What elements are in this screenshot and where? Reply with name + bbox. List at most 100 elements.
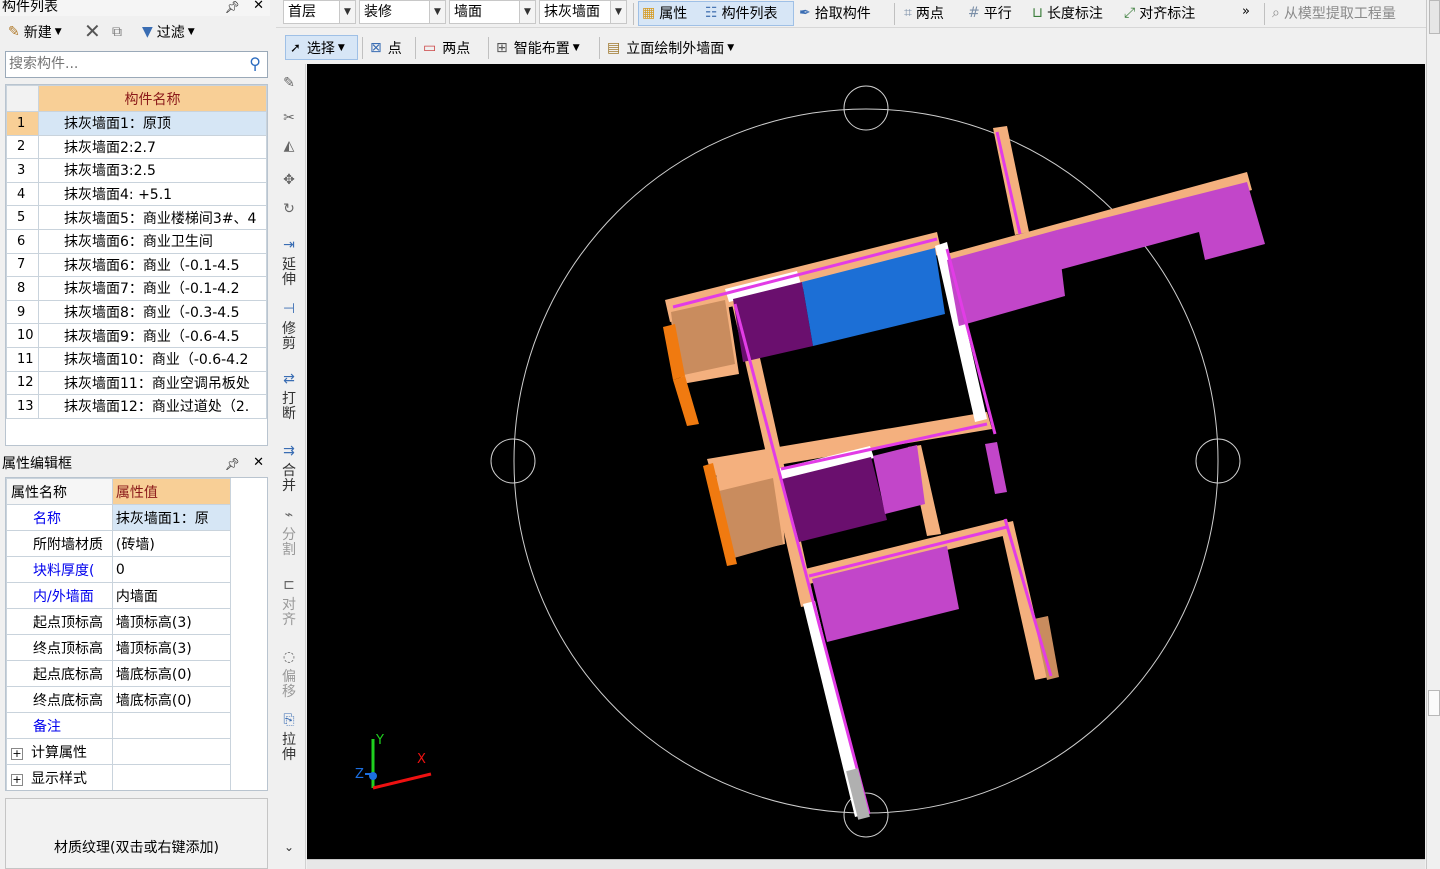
scissors-icon[interactable]: ✂ <box>279 111 299 131</box>
row-name[interactable]: 抹灰墙面6：商业（-0.1-4.5 <box>38 252 267 278</box>
new-icon: ✎ <box>8 24 20 40</box>
two-point-dim-button[interactable]: ⌗ 两点 <box>904 2 944 24</box>
category-select[interactable]: 装修 ▼ <box>359 0 446 24</box>
close-icon[interactable]: ✕ <box>253 456 264 470</box>
property-row[interactable]: 起点顶标高 墙顶标高(3) <box>6 608 267 635</box>
pin-icon[interactable]: 📌︎ <box>225 457 240 471</box>
chevron-down-icon: ▼ <box>339 1 355 23</box>
select-button[interactable]: ➚ 选择 ▼ <box>290 37 345 59</box>
table-row[interactable]: 13 抹灰墙面12：商业过道处（2. <box>6 394 267 419</box>
row-name[interactable]: 抹灰墙面11：商业空调吊板处 <box>38 370 267 396</box>
pick-component-button[interactable]: ✒ 拾取构件 <box>799 2 871 24</box>
overflow-chevron-icon[interactable]: » <box>1242 0 1250 22</box>
move-icon[interactable]: ✥ <box>279 173 299 193</box>
table-row[interactable]: 6 抹灰墙面6：商业卫生间 <box>6 228 267 254</box>
row-name[interactable]: 抹灰墙面6：商业卫生间 <box>38 228 267 254</box>
property-value[interactable]: 抹灰墙面1：原 <box>111 504 231 531</box>
property-value[interactable] <box>111 712 231 739</box>
mirror-icon[interactable]: ◭ <box>279 139 299 159</box>
brush-icon[interactable]: ✎ <box>279 76 299 96</box>
subtype-select[interactable]: 抹灰墙面 ▼ <box>539 0 627 24</box>
drawing-canvas[interactable]: Y X Z <box>307 64 1425 859</box>
chevron-down-icon[interactable]: ⌄ <box>279 840 299 855</box>
table-row[interactable]: 9 抹灰墙面8：商业（-0.3-4.5 <box>6 299 267 325</box>
row-name[interactable]: 抹灰墙面5：商业楼梯间3#、4 <box>38 205 267 230</box>
table-row[interactable]: 12 抹灰墙面11：商业空调吊板处 <box>6 370 267 396</box>
property-value[interactable]: 内墙面 <box>111 582 231 609</box>
stretch-tool[interactable]: ⎘ 拉伸 <box>279 713 299 763</box>
row-name[interactable]: 抹灰墙面12：商业过道处（2. <box>38 394 267 419</box>
plan-view[interactable]: Y X Z <box>307 64 1425 859</box>
merge-tool[interactable]: ⇉ 合并 <box>279 444 299 494</box>
filter-button[interactable]: ▼ 过滤 ▼ <box>142 21 195 43</box>
property-key: 名称 <box>6 504 113 531</box>
row-name[interactable]: 抹灰墙面8：商业（-0.3-4.5 <box>38 299 267 325</box>
table-row[interactable]: 2 抹灰墙面2:2.7 <box>6 134 267 160</box>
break-tool[interactable]: ⇄ 打断 <box>279 372 299 422</box>
rotate-icon[interactable]: ↻ <box>279 202 299 222</box>
extend-tool[interactable]: ⇥ 延伸 <box>279 238 299 288</box>
table-row[interactable]: 7 抹灰墙面6：商业（-0.1-4.5 <box>6 252 267 278</box>
property-row[interactable]: 内/外墙面 内墙面 <box>6 582 267 609</box>
property-row[interactable]: 终点顶标高 墙顶标高(3) <box>6 634 267 661</box>
elevation-draw-button[interactable]: ▤ 立面绘制外墙面 ▼ <box>607 37 734 59</box>
property-value[interactable]: 墙底标高(0) <box>111 686 231 713</box>
property-row[interactable]: 终点底标高 墙底标高(0) <box>6 686 267 713</box>
property-group[interactable]: + 显示样式 <box>6 764 267 790</box>
type-select[interactable]: 墙面 ▼ <box>449 0 536 24</box>
copy-icon[interactable]: ⧉ <box>112 21 122 43</box>
component-list-button[interactable]: ☷ 构件列表 <box>705 2 778 24</box>
table-row[interactable]: 1 抹灰墙面1：原顶 <box>6 111 267 136</box>
trim-tool[interactable]: ⊣ 修剪 <box>279 302 299 352</box>
point-button[interactable]: ⊠ 点 <box>370 37 402 59</box>
property-row[interactable]: 备注 <box>6 712 267 739</box>
new-button[interactable]: ✎ 新建 ▼ <box>8 21 62 43</box>
search-icon[interactable]: ⚲ <box>249 54 261 73</box>
two-point-draw-button[interactable]: ▭ 两点 <box>423 37 470 59</box>
property-value[interactable]: (砖墙) <box>111 530 231 557</box>
table-row[interactable]: 3 抹灰墙面3:2.5 <box>6 158 267 183</box>
property-value[interactable]: 0 <box>111 556 231 583</box>
extract-quantity-button[interactable]: ⌕ 从模型提取工程量 <box>1272 2 1396 24</box>
property-group[interactable]: + 计算属性 <box>6 738 267 765</box>
property-value[interactable]: 墙底标高(0) <box>111 660 231 687</box>
table-row[interactable]: 11 抹灰墙面10：商业（-0.6-4.2 <box>6 346 267 372</box>
align-dimension-button[interactable]: ⤢ 对齐标注 <box>1124 2 1195 24</box>
column-header-name[interactable]: 构件名称 <box>38 85 267 112</box>
table-row[interactable]: 8 抹灰墙面7：商业（-0.1-4.2 <box>6 276 267 301</box>
material-texture-panel[interactable]: 材质纹理(双击或右键添加) <box>5 798 268 869</box>
row-name[interactable]: 抹灰墙面9：商业（-0.6-4.5 <box>38 323 267 348</box>
property-value[interactable]: 墙顶标高(3) <box>111 608 231 635</box>
property-row[interactable]: 名称 抹灰墙面1：原 <box>6 504 267 531</box>
row-name[interactable]: 抹灰墙面2:2.7 <box>38 134 267 160</box>
property-row[interactable]: 起点底标高 墙底标高(0) <box>6 660 267 687</box>
row-name[interactable]: 抹灰墙面3:2.5 <box>38 158 267 183</box>
row-name[interactable]: 抹灰墙面10：商业（-0.6-4.2 <box>38 346 267 372</box>
floor-select[interactable]: 首层 ▼ <box>283 0 356 24</box>
right-dock-tab-lower[interactable] <box>1428 690 1440 716</box>
pin-icon[interactable]: 📌︎ <box>225 0 240 14</box>
property-row[interactable]: 块料厚度(0 <box>6 556 267 583</box>
length-dimension-button[interactable]: ⊔ 长度标注 <box>1032 2 1103 24</box>
align-tool[interactable]: ⊏ 对齐 <box>279 578 299 628</box>
row-name[interactable]: 抹灰墙面4: +5.1 <box>38 181 267 207</box>
expand-icon[interactable]: + <box>11 773 23 786</box>
parallel-button[interactable]: # 平行 <box>968 2 1012 24</box>
table-row[interactable]: 4 抹灰墙面4: +5.1 <box>6 181 267 207</box>
properties-button[interactable]: ▦ 属性 <box>642 2 687 24</box>
row-name[interactable]: 抹灰墙面7：商业（-0.1-4.2 <box>38 276 267 301</box>
table-row[interactable]: 10 抹灰墙面9：商业（-0.6-4.5 <box>6 323 267 348</box>
list-icon: ☷ <box>705 5 718 21</box>
split-tool[interactable]: ⌁ 分割 <box>279 508 299 558</box>
offset-tool[interactable]: ◌ 偏移 <box>279 650 299 700</box>
delete-icon[interactable]: ✕ <box>84 19 101 43</box>
smart-layout-button[interactable]: ⊞ 智能布置 ▼ <box>496 37 580 59</box>
property-row[interactable]: 所附墙材质 (砖墙) <box>6 530 267 557</box>
expand-icon[interactable]: + <box>11 747 23 760</box>
close-icon[interactable]: ✕ <box>253 0 264 13</box>
table-row[interactable]: 5 抹灰墙面5：商业楼梯间3#、4 <box>6 205 267 230</box>
search-input[interactable] <box>6 52 236 76</box>
right-dock-tab[interactable] <box>1429 0 1440 34</box>
property-value[interactable]: 墙顶标高(3) <box>111 634 231 661</box>
row-name[interactable]: 抹灰墙面1：原顶 <box>38 111 267 136</box>
